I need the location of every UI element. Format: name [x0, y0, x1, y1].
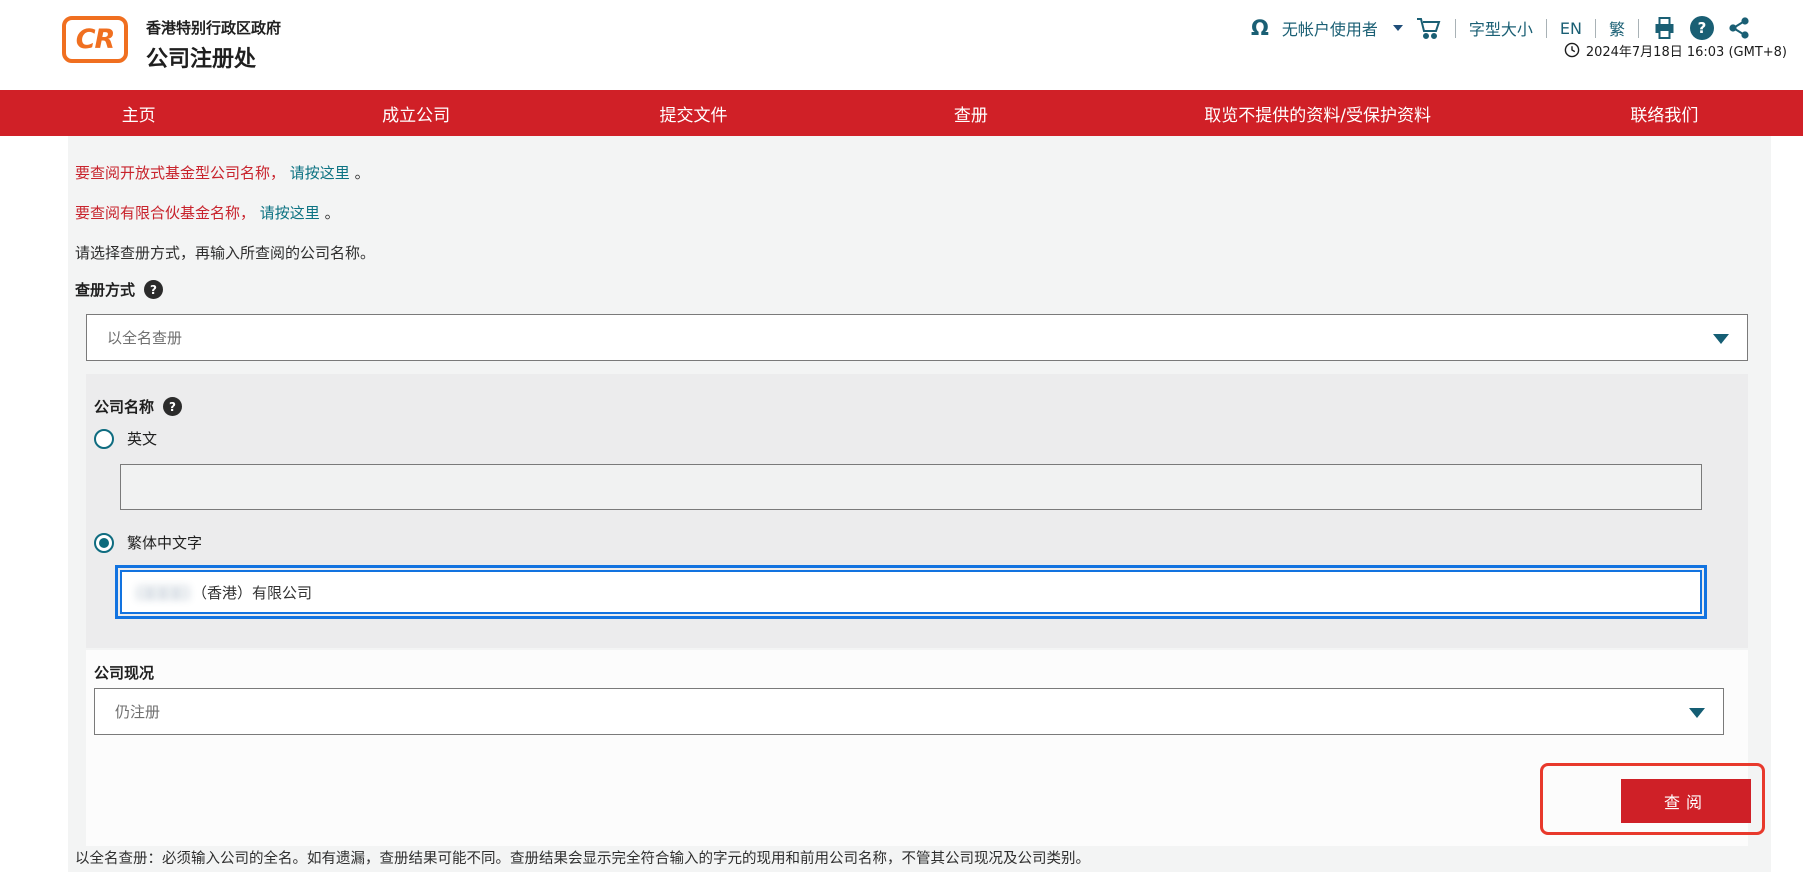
lpf-notice-line: 要查阅有限合伙基金名称， 请按这里 。 — [75, 202, 340, 223]
search-mode-label-row: 查册方式 ? — [75, 279, 163, 300]
lpf-notice-link[interactable]: 请按这里 — [260, 204, 320, 222]
site-titles: 香港特别行政区政府 公司注册处 — [146, 17, 281, 73]
search-mode-label: 查册方式 — [75, 279, 135, 300]
divider — [1595, 19, 1596, 38]
nav-item-incorporation[interactable]: 成立公司 — [277, 101, 554, 126]
divider — [1546, 19, 1547, 38]
search-mode-value: 以全名查册 — [107, 327, 182, 348]
radio-chinese[interactable] — [94, 533, 114, 553]
nav-item-unavailable-protected-info[interactable]: 取览不提供的资料/受保护资料 — [1110, 101, 1526, 126]
nav-item-search[interactable]: 查册 — [832, 101, 1109, 126]
lpf-notice-period: 。 — [325, 204, 340, 222]
divider — [1638, 19, 1639, 38]
lang-en-button[interactable]: EN — [1560, 19, 1582, 38]
nav-item-contact[interactable]: 联络我们 — [1526, 101, 1803, 126]
dept-title: 公司注册处 — [146, 41, 281, 73]
ofc-notice-text: 要查阅开放式基金型公司名称， — [75, 164, 285, 182]
lpf-notice-text: 要查阅有限合伙基金名称， — [75, 204, 255, 222]
header: CR 香港特别行政区政府 公司注册处 Ω 无帐户使用者 字型大小 EN 繁 — [0, 0, 1803, 90]
ofc-notice-link[interactable]: 请按这里 — [290, 164, 350, 182]
gov-title: 香港特别行政区政府 — [146, 17, 281, 38]
search-note: 以全名查册：必须输入公司的全名。如有遗漏，查册结果可能不同。查册结果会显示完全符… — [75, 847, 1090, 868]
radio-english-label[interactable]: 英文 — [127, 428, 157, 449]
company-status-label: 公司现况 — [94, 662, 154, 683]
main-nav: 主页 成立公司 提交文件 查册 取览不提供的资料/受保护资料 联络我们 — [0, 90, 1803, 136]
header-utilities: Ω 无帐户使用者 字型大小 EN 繁 — [1251, 13, 1751, 43]
ofc-notice-line: 要查阅开放式基金型公司名称， 请按这里 。 — [75, 162, 370, 183]
company-name-label-row: 公司名称 ? — [94, 396, 182, 417]
font-size-button[interactable]: 字型大小 — [1469, 16, 1533, 40]
company-name-label: 公司名称 — [94, 396, 154, 417]
chinese-name-visible-text: （香港）有限公司 — [192, 582, 312, 603]
annotation-highlight-box: 查阅 — [1540, 763, 1765, 835]
current-datetime: 2024年7月18日 16:03 (GMT+8) — [1586, 41, 1787, 60]
radio-english[interactable] — [94, 429, 114, 449]
lang-traditional-button[interactable]: 繁 — [1609, 16, 1625, 40]
cr-logo[interactable]: CR — [62, 16, 128, 63]
select-caret-icon — [1689, 708, 1705, 718]
user-menu[interactable]: 无帐户使用者 — [1282, 16, 1378, 40]
company-name-panel: 公司名称 ? 英文 繁体中文字 口口口口 （香港）有限公司 — [86, 374, 1748, 648]
radio-chinese-label[interactable]: 繁体中文字 — [127, 532, 202, 553]
instruction-text: 请选择查册方式，再输入所查阅的公司名称。 — [75, 242, 375, 263]
share-icon[interactable] — [1727, 16, 1751, 40]
clock-icon — [1564, 42, 1580, 58]
redacted-text-blur: 口口口口 — [136, 582, 188, 603]
nav-item-filing[interactable]: 提交文件 — [555, 101, 832, 126]
search-button[interactable]: 查阅 — [1621, 779, 1751, 823]
ofc-notice-period: 。 — [355, 164, 370, 182]
company-status-label-row: 公司现况 — [94, 662, 154, 683]
datetime-row: 2024年7月18日 16:03 (GMT+8) — [1564, 40, 1787, 60]
radio-row-chinese[interactable]: 繁体中文字 — [94, 532, 202, 553]
company-name-chinese-input[interactable]: 口口口口 （香港）有限公司 — [120, 570, 1702, 614]
chevron-down-icon[interactable] — [1393, 25, 1403, 31]
select-caret-icon — [1713, 334, 1729, 344]
nav-item-home[interactable]: 主页 — [0, 101, 277, 126]
content-area: 要查阅开放式基金型公司名称， 请按这里 。 要查阅有限合伙基金名称， 请按这里 … — [68, 136, 1771, 872]
cr-logo-text: CR — [76, 24, 115, 55]
print-icon[interactable] — [1652, 16, 1677, 40]
user-icon: Ω — [1251, 18, 1269, 39]
company-name-help-icon[interactable]: ? — [163, 397, 182, 416]
company-status-section: 公司现况 仍注册 — [86, 650, 1748, 846]
company-status-value: 仍注册 — [115, 701, 160, 722]
cart-icon[interactable] — [1416, 16, 1442, 40]
help-icon[interactable]: ? — [1690, 16, 1714, 40]
company-status-select[interactable]: 仍注册 — [94, 688, 1724, 735]
search-mode-select[interactable]: 以全名查册 — [86, 314, 1748, 361]
divider — [1455, 19, 1456, 38]
search-mode-help-icon[interactable]: ? — [144, 280, 163, 299]
page: CR 香港特别行政区政府 公司注册处 Ω 无帐户使用者 字型大小 EN 繁 — [0, 0, 1803, 886]
company-name-english-input[interactable] — [120, 464, 1702, 510]
radio-row-english[interactable]: 英文 — [94, 428, 157, 449]
